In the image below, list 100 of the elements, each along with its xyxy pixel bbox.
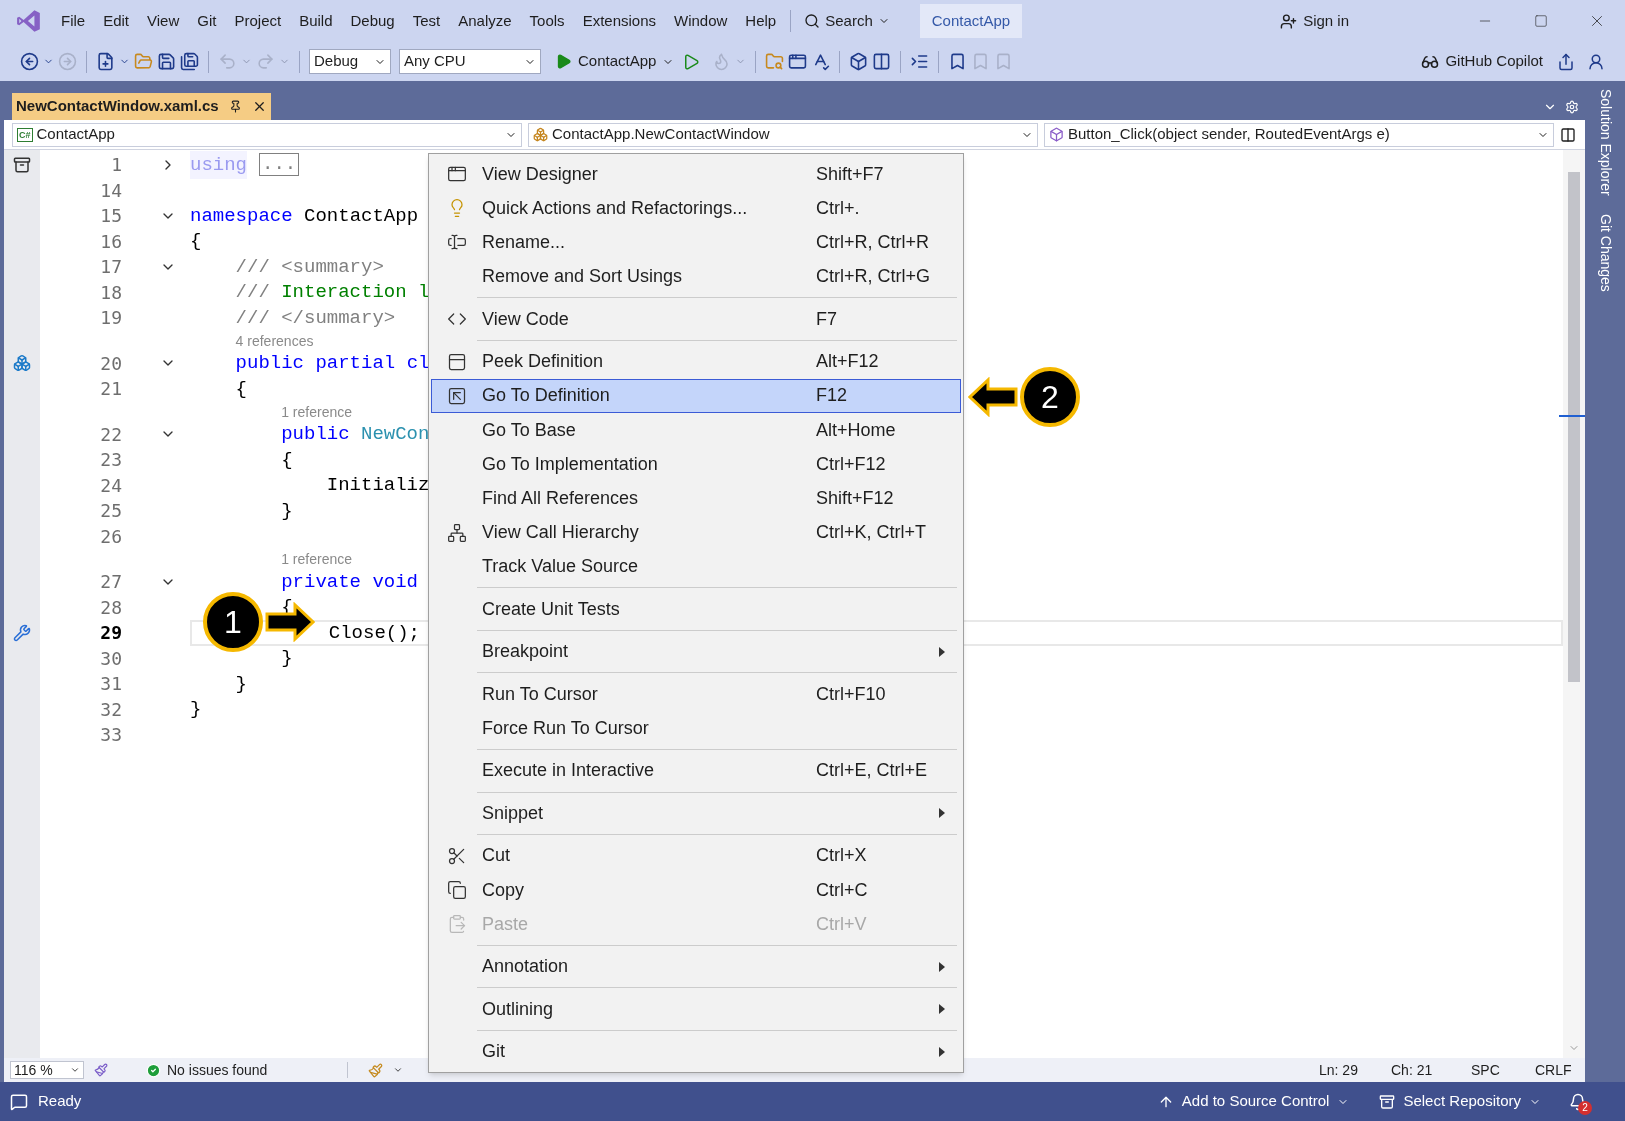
reference-count[interactable]: 4 references <box>235 330 314 351</box>
submenu-arrow-icon <box>938 646 946 657</box>
menu-item[interactable]: Go To Implementation Ctrl+F12 <box>431 447 961 482</box>
menu-item[interactable]: Quick Actions and Refactorings... Ctrl+. <box>431 191 961 226</box>
menu-item[interactable]: View Code F7 <box>431 302 961 337</box>
line-number: 26 <box>99 524 122 549</box>
caret-icon[interactable] <box>393 1065 404 1075</box>
play-icon <box>555 53 572 70</box>
menu-item[interactable]: Git <box>188 6 226 36</box>
platform-dropdown[interactable]: Any CPU <box>399 49 541 74</box>
menu-item[interactable]: Extensions <box>573 6 665 36</box>
indent-icon[interactable] <box>910 52 930 71</box>
document-tab[interactable]: NewContactWindow.xaml.cs <box>12 93 271 120</box>
code-token: /// <summary> <box>235 254 384 280</box>
line-endings-indicator[interactable]: CRLF <box>1535 1059 1579 1081</box>
menu-item[interactable]: Execute in Interactive Ctrl+E, Ctrl+E <box>431 753 961 788</box>
configuration-dropdown[interactable]: Debug <box>309 49 391 74</box>
message-icon[interactable] <box>10 1092 28 1111</box>
line-number: 17 <box>99 255 122 280</box>
menu-item[interactable]: Cut Ctrl+X <box>431 838 961 873</box>
menu-item[interactable]: View Designer Shift+F7 <box>431 157 961 192</box>
play-outline-icon[interactable] <box>682 52 701 71</box>
sign-in-button[interactable]: Sign in <box>1272 6 1357 36</box>
reference-count[interactable]: 1 reference <box>281 401 352 422</box>
menu-item[interactable]: Peek Definition Alt+F12 <box>431 344 961 379</box>
menu-item[interactable]: Outlining <box>431 992 961 1027</box>
menu-item[interactable]: Go To Definition F12 <box>431 378 961 413</box>
brush-icon[interactable] <box>368 1062 384 1078</box>
source-control-button[interactable]: Add to Source Control <box>1157 1090 1350 1113</box>
feedback-icon[interactable] <box>1587 52 1605 71</box>
menu-item[interactable]: Snippet <box>431 796 961 831</box>
menu-item[interactable]: Track Value Source <box>431 549 961 584</box>
class-icon <box>13 354 31 373</box>
menu-item[interactable]: Build <box>290 6 342 36</box>
menu-item[interactable]: Rename... Ctrl+R, Ctrl+R <box>431 225 961 260</box>
menu-item[interactable]: Create Unit Tests <box>431 592 961 627</box>
reference-count[interactable]: 1 reference <box>281 549 352 569</box>
code-token: Close(); <box>328 620 420 646</box>
menu-item[interactable]: View <box>138 6 189 36</box>
split-icon[interactable] <box>1560 126 1576 143</box>
line-number: 23 <box>99 448 122 473</box>
save-all-icon[interactable] <box>180 52 199 71</box>
issues-indicator[interactable]: No issues found <box>146 1059 268 1081</box>
scroll-thumb[interactable] <box>1568 172 1580 682</box>
menu-item[interactable]: Test <box>403 6 450 36</box>
cube-icon[interactable] <box>849 52 869 71</box>
menu-item[interactable]: Go To Base Alt+Home <box>431 412 961 448</box>
menu-item[interactable]: File <box>52 6 95 36</box>
menu-item[interactable]: View Call Hierarchy Ctrl+K, Ctrl+T <box>431 515 961 550</box>
menu-item[interactable]: Tools <box>520 6 574 36</box>
menu-item[interactable]: Debug <box>341 6 404 36</box>
solution-name: ContactApp <box>919 4 1023 38</box>
collapsed-code-box[interactable]: ... <box>259 153 300 177</box>
app-logo <box>16 8 42 34</box>
menu-item[interactable]: Window <box>665 6 737 36</box>
share-icon[interactable] <box>1557 52 1575 71</box>
method-icon <box>1049 127 1064 142</box>
code-token: } <box>190 697 202 722</box>
side-panel-tab[interactable]: Solution Explorer <box>1594 89 1616 196</box>
settings-icon[interactable] <box>1565 100 1579 114</box>
repository-button[interactable]: Select Repository <box>1379 1090 1541 1113</box>
columns-icon[interactable] <box>872 52 892 71</box>
menu-item[interactable]: Project <box>225 6 291 36</box>
line-number: 1 <box>110 153 122 178</box>
navigation-dropdown[interactable]: Button_Click(object sender, RoutedEventArgs e) <box>1044 122 1554 147</box>
line-number: 20 <box>99 351 122 376</box>
menu-item[interactable]: Help <box>736 6 786 36</box>
menu-item[interactable]: Find All References Shift+F12 <box>431 481 961 516</box>
new-file-icon[interactable] <box>96 52 115 71</box>
menu-item[interactable]: Copy Ctrl+C <box>431 872 961 908</box>
navigation-dropdown[interactable]: ContactApp.NewContactWindow <box>528 122 1038 147</box>
start-button[interactable]: ContactApp <box>551 47 679 76</box>
whitespace-indicator[interactable]: SPC <box>1471 1059 1525 1081</box>
menu-item[interactable]: Annotation <box>431 949 961 984</box>
line-number: 25 <box>99 499 122 524</box>
copilot-button[interactable]: GitHub Copilot <box>1417 47 1547 76</box>
search-button[interactable]: Search <box>796 6 898 36</box>
line-number: 16 <box>99 229 122 254</box>
back-icon[interactable] <box>20 52 39 71</box>
pin-icon[interactable] <box>228 100 242 113</box>
maximize-icon[interactable] <box>1534 14 1548 28</box>
code-token: void <box>371 569 419 595</box>
window-icon[interactable] <box>788 52 808 71</box>
menu-item[interactable]: Analyze <box>449 6 521 36</box>
menu-item[interactable]: Remove and Sort Usings Ctrl+R, Ctrl+G <box>431 259 961 294</box>
csharp-badge: C# <box>17 127 33 142</box>
line-number: 31 <box>99 672 122 697</box>
line-indicator[interactable]: Ln: 29 <box>1319 1059 1381 1081</box>
side-panel-tab[interactable]: Git Changes <box>1594 213 1616 292</box>
menu-item[interactable]: Git <box>431 1034 961 1069</box>
menu-item[interactable]: Breakpoint <box>431 634 961 669</box>
navigation-dropdown[interactable]: C# ContactApp <box>12 122 522 147</box>
menu-item[interactable]: Force Run To Cursor <box>431 711 961 746</box>
menu-item[interactable]: Run To Cursor Ctrl+F10 <box>431 677 961 712</box>
zoom-dropdown[interactable]: 116 % <box>10 1061 84 1079</box>
brush-icon[interactable] <box>94 1063 108 1077</box>
column-indicator[interactable]: Ch: 21 <box>1391 1059 1461 1081</box>
save-icon[interactable] <box>157 52 176 71</box>
code-token: Initializ <box>326 473 430 498</box>
menu-item[interactable]: Edit <box>94 6 139 36</box>
